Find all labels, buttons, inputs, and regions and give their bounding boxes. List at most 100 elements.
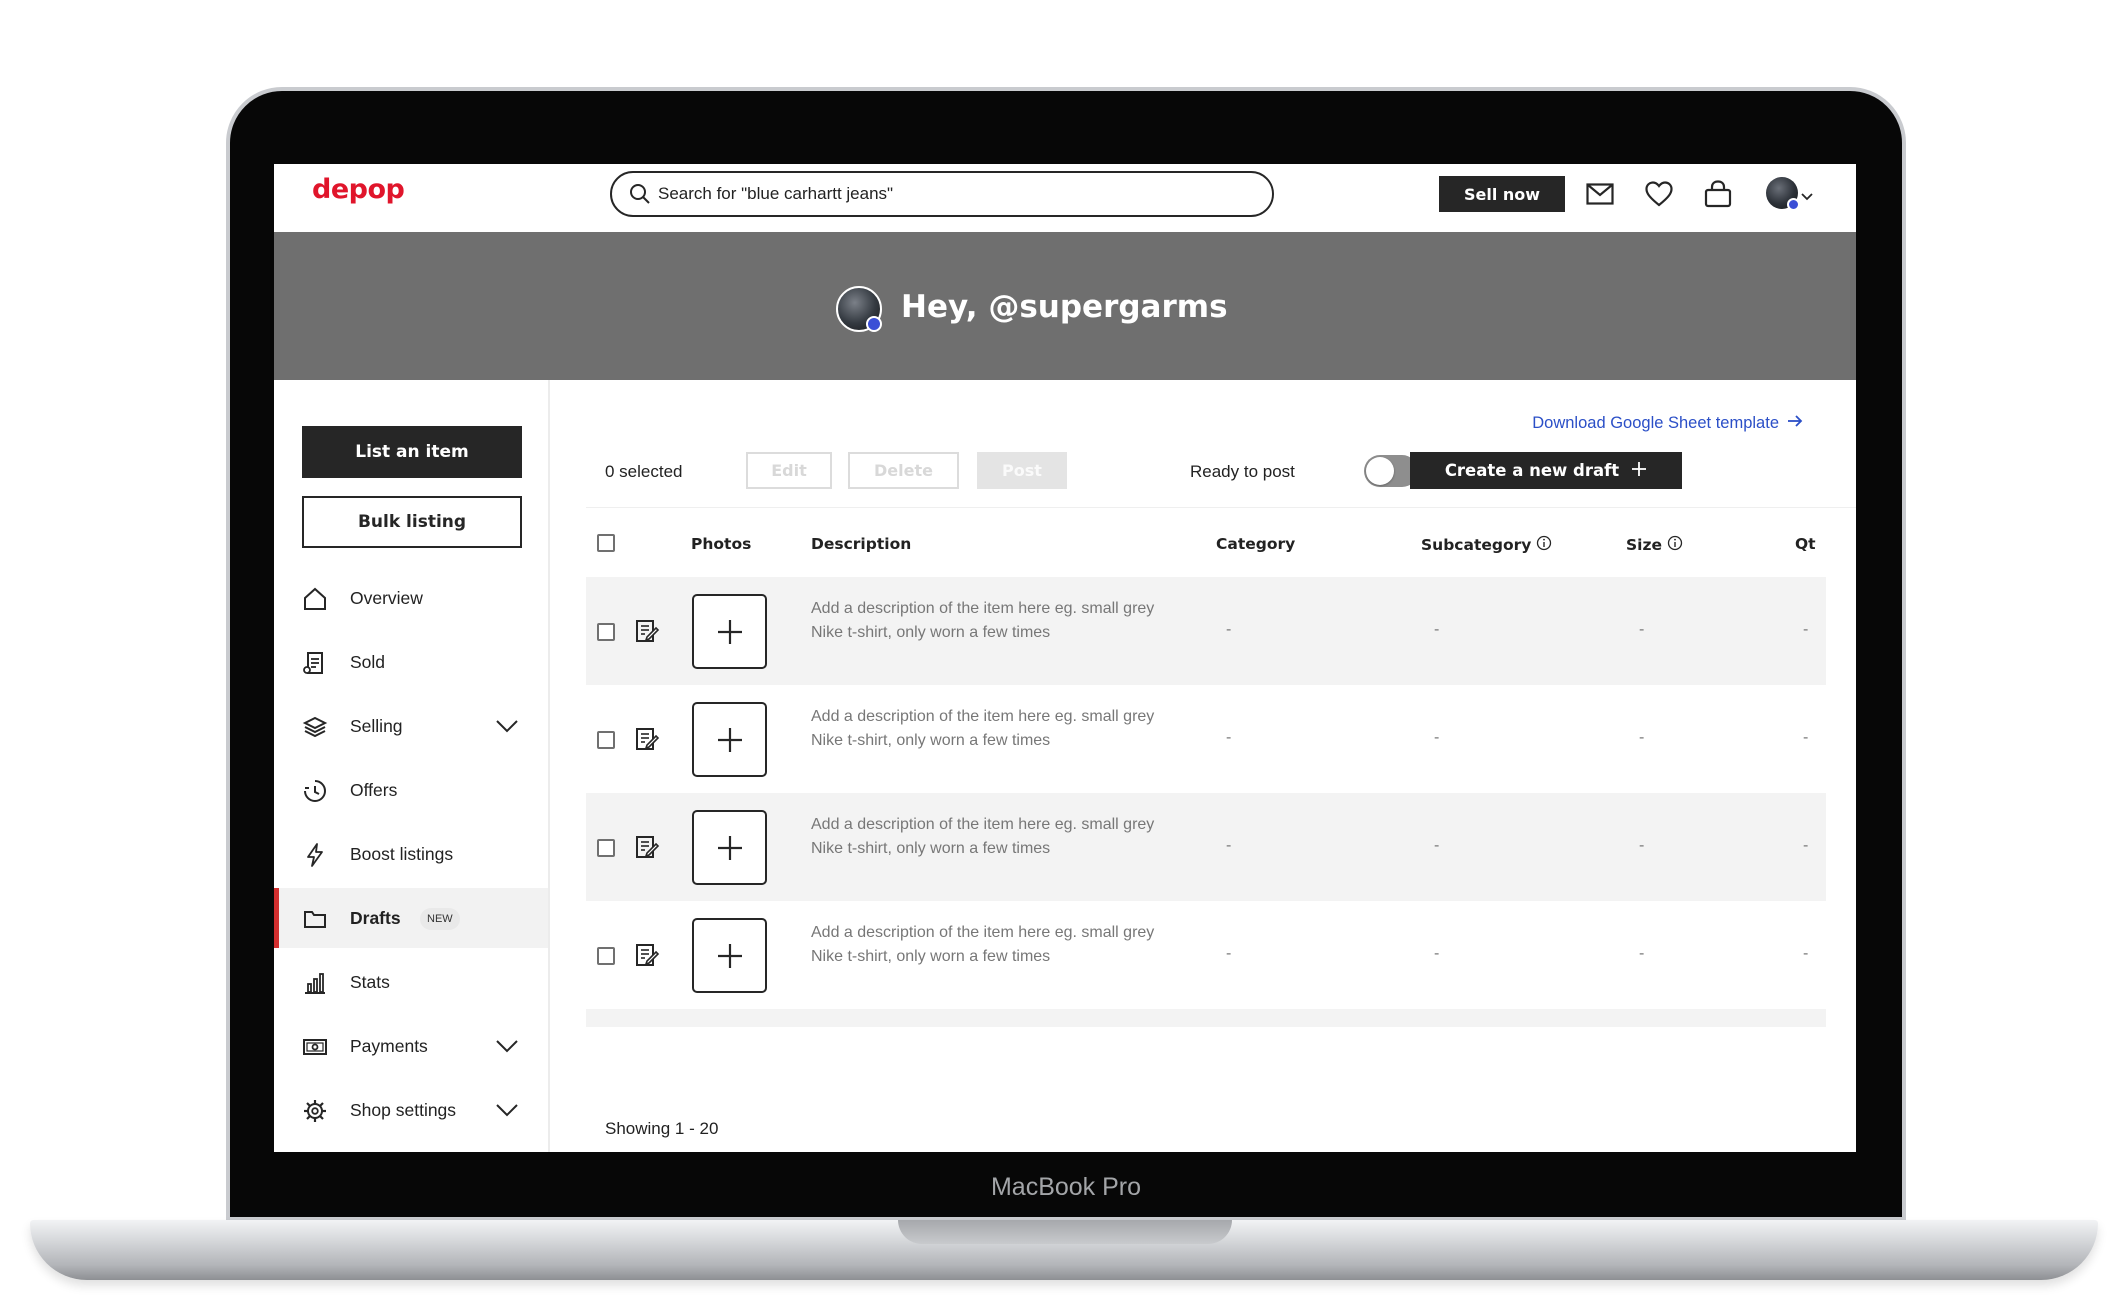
- depop-logo[interactable]: depop: [312, 174, 405, 205]
- mail-icon[interactable]: [1584, 178, 1616, 210]
- folder-icon: [302, 906, 328, 932]
- subcategory-cell[interactable]: -: [1434, 945, 1439, 963]
- sidebar-item-drafts[interactable]: Drafts NEW: [274, 888, 548, 948]
- description-cell[interactable]: Add a description of the item here eg. s…: [811, 705, 1161, 753]
- description-cell[interactable]: Add a description of the item here eg. s…: [811, 921, 1161, 969]
- row-checkbox[interactable]: [597, 839, 615, 857]
- table-header: Photos Description Category Subcategory …: [586, 507, 1856, 577]
- add-photo-button[interactable]: [692, 810, 767, 885]
- greeting-banner: Hey, @supergarms: [274, 232, 1856, 380]
- new-badge: NEW: [420, 908, 460, 930]
- download-template-link[interactable]: Download Google Sheet template: [1532, 414, 1803, 433]
- row-checkbox[interactable]: [597, 947, 615, 965]
- plus-icon: [717, 835, 742, 860]
- size-cell[interactable]: -: [1639, 729, 1644, 747]
- chevron-down-icon[interactable]: [496, 1038, 518, 1058]
- user-avatar[interactable]: [1766, 177, 1800, 211]
- chevron-down-icon[interactable]: [496, 718, 518, 738]
- category-cell[interactable]: -: [1226, 729, 1231, 747]
- sidebar-item-selling[interactable]: Selling: [274, 696, 548, 756]
- arrow-right-icon: [1787, 414, 1803, 433]
- row-checkbox[interactable]: [597, 623, 615, 641]
- info-icon[interactable]: [1667, 535, 1683, 555]
- edit-button[interactable]: Edit: [746, 452, 832, 489]
- bar-chart-icon: [302, 970, 328, 996]
- description-cell[interactable]: Add a description of the item here eg. s…: [811, 813, 1161, 861]
- bulk-listing-button[interactable]: Bulk listing: [302, 496, 522, 548]
- edit-draft-icon[interactable]: [634, 618, 660, 649]
- edit-draft-icon[interactable]: [634, 726, 660, 757]
- edit-draft-icon[interactable]: [634, 834, 660, 865]
- table-row: Add a description of the item here eg. s…: [586, 901, 1826, 1009]
- macbook-label: MacBook Pro: [990, 1173, 1142, 1201]
- sidebar-item-boost-listings[interactable]: Boost listings: [274, 824, 548, 884]
- quantity-cell[interactable]: -: [1803, 621, 1808, 639]
- delete-button[interactable]: Delete: [848, 452, 959, 489]
- offers-icon: [302, 778, 328, 804]
- profile-avatar: [836, 286, 882, 332]
- shopping-bag-icon[interactable]: [1702, 178, 1734, 210]
- money-icon: [302, 1034, 328, 1060]
- column-subcategory: Subcategory: [1421, 535, 1552, 555]
- gear-icon: [302, 1098, 328, 1124]
- add-photo-button[interactable]: [692, 702, 767, 777]
- subcategory-cell[interactable]: -: [1434, 621, 1439, 639]
- chevron-down-icon[interactable]: [496, 1102, 518, 1122]
- column-size-label: Size: [1626, 536, 1663, 554]
- ready-to-post-label: Ready to post: [1190, 462, 1295, 481]
- quantity-cell[interactable]: -: [1803, 945, 1808, 963]
- category-cell[interactable]: -: [1226, 837, 1231, 855]
- sidebar-item-sold[interactable]: Sold: [274, 632, 548, 692]
- create-new-draft-button[interactable]: Create a new draft: [1410, 452, 1682, 489]
- create-new-draft-label: Create a new draft: [1444, 461, 1620, 480]
- sidebar-item-label: Selling: [350, 715, 403, 736]
- search-input[interactable]: [658, 182, 1248, 206]
- sidebar-item-label: Offers: [350, 779, 398, 800]
- sidebar-item-label: Drafts: [350, 907, 401, 928]
- column-photos: Photos: [691, 535, 752, 553]
- lightning-icon: [302, 842, 328, 868]
- drafts-panel: Download Google Sheet template 0 selecte…: [550, 380, 1856, 1152]
- receipt-icon: [302, 650, 328, 676]
- quantity-cell[interactable]: -: [1803, 837, 1808, 855]
- category-cell[interactable]: -: [1226, 945, 1231, 963]
- description-cell[interactable]: Add a description of the item here eg. s…: [811, 597, 1161, 645]
- row-checkbox[interactable]: [597, 731, 615, 749]
- plus-icon: [1631, 461, 1647, 481]
- add-photo-button[interactable]: [692, 918, 767, 993]
- sidebar-item-shop-settings[interactable]: Shop settings: [274, 1080, 548, 1140]
- edit-draft-icon[interactable]: [634, 942, 660, 973]
- sidebar-item-overview[interactable]: Overview: [274, 568, 548, 628]
- download-template-label: Download Google Sheet template: [1532, 414, 1779, 432]
- table-row: Add a description of the item here eg. s…: [586, 793, 1826, 901]
- size-cell[interactable]: -: [1639, 945, 1644, 963]
- info-icon[interactable]: [1536, 535, 1552, 555]
- sidebar-item-stats[interactable]: Stats: [274, 952, 548, 1012]
- search-bar[interactable]: [610, 171, 1274, 217]
- size-cell[interactable]: -: [1639, 837, 1644, 855]
- sidebar-item-offers[interactable]: Offers: [274, 760, 548, 820]
- verified-badge-icon: [1787, 198, 1800, 211]
- laptop-notch: [898, 1220, 1232, 1244]
- sidebar-item-payments[interactable]: Payments: [274, 1016, 548, 1076]
- sell-now-button[interactable]: Sell now: [1439, 176, 1565, 212]
- chevron-down-icon[interactable]: [1801, 186, 1813, 206]
- add-photo-button[interactable]: [692, 594, 767, 669]
- list-an-item-button[interactable]: List an item: [302, 426, 522, 478]
- post-button[interactable]: Post: [977, 452, 1067, 489]
- column-description: Description: [811, 535, 912, 553]
- subcategory-cell[interactable]: -: [1434, 729, 1439, 747]
- select-all-checkbox[interactable]: [597, 534, 615, 552]
- pagination-summary: Showing 1 - 20: [605, 1119, 719, 1138]
- table-row: Add a description of the item here eg. s…: [586, 577, 1826, 685]
- size-cell[interactable]: -: [1639, 621, 1644, 639]
- subcategory-cell[interactable]: -: [1434, 837, 1439, 855]
- sidebar-item-label: Shop settings: [350, 1099, 457, 1120]
- heart-icon[interactable]: [1643, 178, 1675, 210]
- selected-count: 0 selected: [605, 462, 683, 481]
- category-cell[interactable]: -: [1226, 621, 1231, 639]
- plus-icon: [717, 619, 742, 644]
- sidebar-item-label: Overview: [350, 587, 423, 608]
- greeting-title: Hey, @supergarms: [901, 289, 1228, 325]
- quantity-cell[interactable]: -: [1803, 729, 1808, 747]
